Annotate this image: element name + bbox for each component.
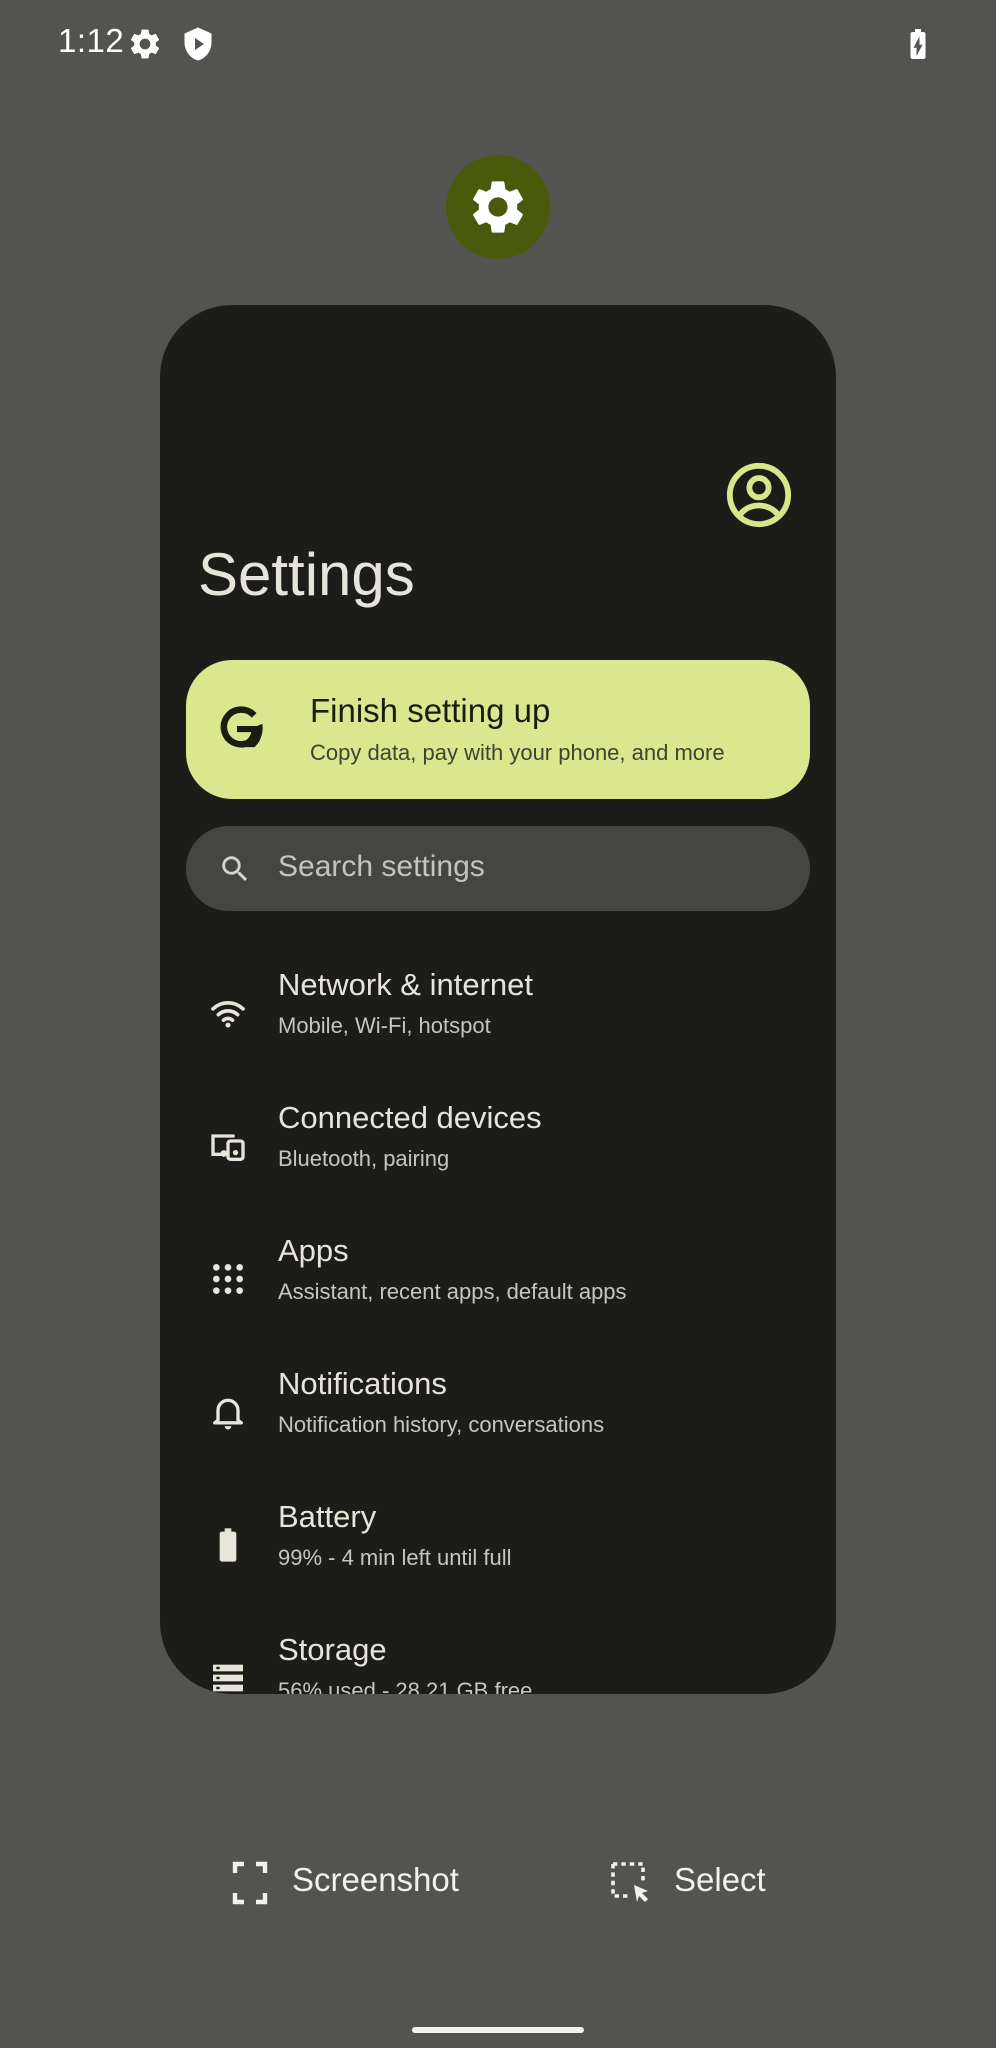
settings-item-title: Storage xyxy=(278,1632,387,1667)
select-button[interactable]: Select xyxy=(610,1855,810,1911)
settings-item-network[interactable]: Network & internet Mobile, Wi‑Fi, hotspo… xyxy=(160,965,836,1085)
bell-icon xyxy=(208,1392,248,1432)
settings-item-title: Battery xyxy=(278,1499,377,1534)
settings-item-connected-devices[interactable]: Connected devices Bluetooth, pairing xyxy=(160,1098,836,1218)
shield-play-icon xyxy=(180,26,216,62)
search-placeholder: Search settings xyxy=(278,850,485,883)
settings-item-subtitle: 99% - 4 min left until full xyxy=(278,1545,512,1570)
settings-app-icon[interactable] xyxy=(446,155,550,259)
account-circle-icon[interactable] xyxy=(724,460,794,530)
settings-item-subtitle: Bluetooth, pairing xyxy=(278,1146,450,1171)
home-indicator[interactable] xyxy=(412,2027,584,2033)
settings-item-subtitle: Mobile, Wi‑Fi, hotspot xyxy=(278,1013,491,1038)
settings-item-notifications[interactable]: Notifications Notification history, conv… xyxy=(160,1364,836,1484)
settings-item-title: Connected devices xyxy=(278,1100,542,1135)
search-icon xyxy=(218,852,252,886)
finish-setup-card[interactable]: Finish setting up Copy data, pay with yo… xyxy=(186,660,810,799)
settings-item-apps[interactable]: Apps Assistant, recent apps, default app… xyxy=(160,1231,836,1351)
apps-grid-icon xyxy=(208,1259,248,1299)
status-bar: 1:12 xyxy=(0,0,996,90)
settings-item-battery[interactable]: Battery 99% - 4 min left until full xyxy=(160,1497,836,1617)
settings-item-subtitle: 56% used - 28.21 GB free xyxy=(278,1678,533,1694)
screenshot-label: Screenshot xyxy=(292,1861,459,1898)
storage-icon xyxy=(208,1658,248,1694)
devices-icon xyxy=(208,1126,248,1166)
settings-item-storage[interactable]: Storage 56% used - 28.21 GB free xyxy=(160,1630,836,1694)
google-g-icon xyxy=(216,702,268,754)
setup-subtitle: Copy data, pay with your phone, and more xyxy=(310,740,725,765)
gear-icon xyxy=(127,26,163,62)
search-bar[interactable]: Search settings xyxy=(186,826,810,911)
settings-item-subtitle: Assistant, recent apps, default apps xyxy=(278,1279,627,1304)
wifi-icon xyxy=(208,993,248,1033)
status-time: 1:12 xyxy=(58,22,125,59)
battery-icon xyxy=(208,1525,248,1565)
settings-item-title: Apps xyxy=(278,1233,349,1268)
gear-icon xyxy=(473,181,523,233)
select-area-icon xyxy=(610,1861,652,1905)
settings-item-title: Network & internet xyxy=(278,967,533,1002)
settings-item-title: Notifications xyxy=(278,1366,447,1401)
select-label: Select xyxy=(674,1861,766,1898)
page-title: Settings xyxy=(198,541,415,608)
setup-title: Finish setting up xyxy=(310,692,551,729)
screenshot-frame-icon xyxy=(232,1861,268,1905)
settings-item-subtitle: Notification history, conversations xyxy=(278,1412,605,1437)
battery-charging-icon xyxy=(900,26,936,62)
recent-app-card[interactable]: Settings Finish setting up Copy data, pa… xyxy=(160,305,836,1694)
screenshot-button[interactable]: Screenshot xyxy=(232,1855,492,1911)
